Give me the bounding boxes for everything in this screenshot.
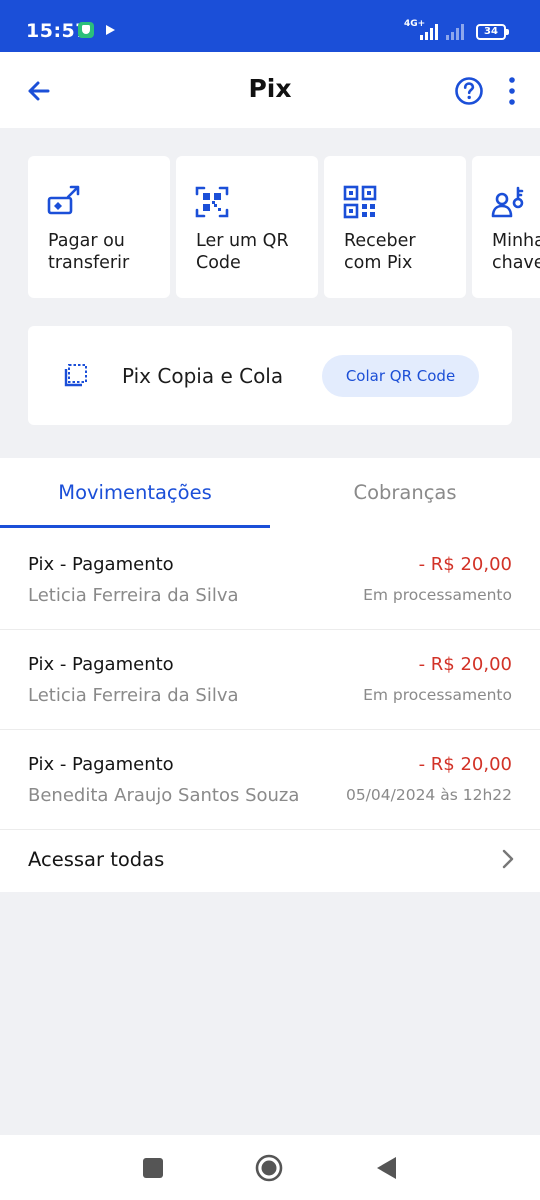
view-all-label: Acessar todas (28, 848, 165, 871)
system-nav-bar (0, 1135, 540, 1200)
transactions-panel: Movimentações Cobranças Pix - Pagamento … (0, 458, 540, 892)
copia-cola-label: Pix Copia e Cola (122, 364, 284, 388)
transaction-name: Leticia Ferreira da Silva (28, 685, 239, 706)
signal-icon (420, 24, 440, 40)
action-read-qr[interactable]: Ler um QR Code (176, 156, 318, 298)
transaction-row[interactable]: Pix - Pagamento Leticia Ferreira da Silv… (0, 630, 540, 730)
app-bar: Pix (0, 52, 540, 128)
transaction-row[interactable]: Pix - Pagamento Benedita Araujo Santos S… (0, 730, 540, 830)
signal-2-icon (446, 24, 466, 40)
qr-scan-icon (195, 186, 229, 218)
action-pay-transfer[interactable]: Pagar ou transferir (28, 156, 170, 298)
play-icon (106, 25, 115, 35)
pay-transfer-icon (47, 185, 80, 215)
transaction-status: 05/04/2024 às 12h22 (345, 786, 512, 804)
qr-code-icon (343, 185, 377, 219)
shield-icon (78, 22, 94, 38)
pix-copia-cola-card: Pix Copia e Cola Colar QR Code (28, 326, 512, 425)
action-my-keys[interactable]: Minhas chaves (472, 156, 540, 298)
transaction-amount: - R$ 20,00 (418, 654, 512, 675)
transaction-amount: - R$ 20,00 (418, 554, 512, 575)
transaction-name: Benedita Araujo Santos Souza (28, 785, 300, 806)
square-icon (143, 1158, 163, 1178)
battery-indicator: 34 (476, 24, 509, 40)
action-label: Ler um QR Code (196, 231, 289, 273)
home-circle-icon (255, 1154, 283, 1182)
keys-icon (491, 186, 524, 218)
more-vertical-icon (509, 77, 515, 105)
transaction-status: Em processamento (363, 686, 512, 704)
transaction-amount: - R$ 20,00 (418, 754, 512, 775)
status-bar: 15:57 4G+ 34 (0, 0, 540, 52)
transaction-title: Pix - Pagamento (28, 754, 174, 775)
home-button[interactable] (254, 1153, 284, 1183)
recents-button[interactable] (138, 1153, 168, 1183)
action-receive-pix[interactable]: Receber com Pix (324, 156, 466, 298)
action-label: Minhas chaves (492, 231, 540, 273)
tab-cobrancas[interactable]: Cobranças (270, 458, 540, 528)
action-label: Receber com Pix (344, 231, 416, 273)
paste-qr-code-button[interactable]: Colar QR Code (322, 355, 479, 397)
more-options-button[interactable] (500, 74, 524, 108)
paste-icon (64, 364, 87, 387)
transaction-title: Pix - Pagamento (28, 554, 174, 575)
help-icon (455, 77, 483, 105)
quick-actions[interactable]: Pagar ou transferir Ler um QR Code Receb… (28, 156, 540, 298)
chevron-right-icon (502, 849, 514, 869)
transaction-row[interactable]: Pix - Pagamento Leticia Ferreira da Silv… (0, 530, 540, 630)
system-back-button[interactable] (372, 1153, 402, 1183)
transaction-title: Pix - Pagamento (28, 654, 174, 675)
transaction-name: Leticia Ferreira da Silva (28, 585, 239, 606)
triangle-back-icon (377, 1157, 396, 1179)
tab-movimentacoes[interactable]: Movimentações (0, 458, 270, 528)
action-label: Pagar ou transferir (48, 231, 130, 273)
transaction-status: Em processamento (363, 586, 512, 604)
view-all-row[interactable]: Acessar todas (0, 826, 540, 892)
help-button[interactable] (452, 74, 486, 108)
